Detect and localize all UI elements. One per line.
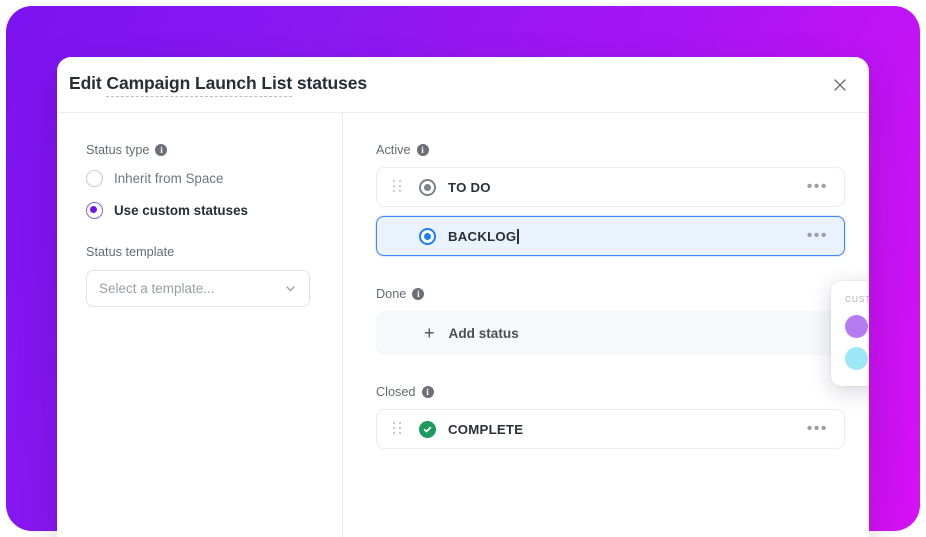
status-name-backlog-text: BACKLOG	[448, 228, 517, 244]
section-done-text: Done	[376, 287, 407, 301]
page-title: Edit Campaign Launch List statuses	[69, 73, 368, 97]
drag-handle-icon[interactable]	[393, 180, 402, 194]
status-row-backlog[interactable]: BACKLOG •••	[376, 216, 845, 256]
status-template-select[interactable]: Select a template...	[86, 270, 310, 307]
color-swatch-purple[interactable]	[845, 315, 868, 338]
radio-custom-label: Use custom statuses	[114, 203, 248, 218]
popover-header: CUSTOMIZE COLOR	[845, 293, 869, 304]
radio-button-unchecked-icon	[86, 170, 103, 187]
more-horizontal-icon[interactable]: •••	[805, 179, 830, 195]
text-cursor-caret	[517, 228, 519, 244]
status-template-value: Select a template...	[99, 281, 215, 296]
section-closed-text: Closed	[376, 385, 416, 399]
color-swatch-row-2	[845, 347, 869, 370]
status-name-complete: COMPLETE	[448, 421, 524, 437]
color-swatch-cyan[interactable]	[845, 347, 868, 370]
modal-body: Status type i Inherit from Space Use cus…	[57, 113, 869, 537]
section-label-done: Done i	[376, 287, 845, 301]
status-type-label: Status type i	[86, 143, 342, 157]
section-label-active: Active i	[376, 143, 845, 157]
status-name-todo: TO DO	[448, 179, 491, 195]
statuses-pane: Active i TO DO ••• BACKLOG ••• Done i + …	[343, 113, 869, 537]
status-color-dot[interactable]	[419, 227, 436, 245]
title-suffix: statuses	[292, 73, 368, 93]
radio-use-custom-statuses[interactable]: Use custom statuses	[86, 202, 342, 219]
section-label-closed: Closed i	[376, 385, 845, 399]
status-name-backlog[interactable]: BACKLOG	[448, 228, 519, 244]
more-horizontal-icon[interactable]: •••	[805, 228, 830, 244]
radio-button-checked-icon	[86, 202, 103, 219]
close-icon[interactable]	[829, 74, 851, 96]
radio-inherit-label: Inherit from Space	[114, 171, 224, 186]
plus-icon: +	[424, 323, 435, 343]
add-status-label: Add status	[448, 325, 519, 341]
radio-inherit-from-space[interactable]: Inherit from Space	[86, 170, 342, 187]
customize-color-popover: CUSTOMIZE COLOR	[831, 281, 869, 386]
status-row-todo[interactable]: TO DO •••	[376, 167, 845, 207]
title-list-name: Campaign Launch List	[106, 73, 292, 97]
popover-title: CUSTOMIZE COLOR	[845, 293, 869, 304]
status-color-dot[interactable]	[419, 178, 436, 196]
chevron-down-icon	[284, 282, 297, 295]
status-type-text: Status type	[86, 143, 150, 157]
status-check-icon[interactable]	[419, 420, 436, 438]
add-status-button[interactable]: + Add status	[376, 311, 845, 355]
left-settings-pane: Status type i Inherit from Space Use cus…	[57, 113, 343, 537]
info-icon[interactable]: i	[421, 386, 434, 398]
info-icon[interactable]: i	[155, 144, 168, 156]
color-swatch-row-1	[845, 315, 869, 338]
info-icon[interactable]: i	[412, 288, 425, 300]
status-row-complete[interactable]: COMPLETE •••	[376, 409, 845, 449]
section-active-text: Active	[376, 143, 411, 157]
edit-statuses-modal: Edit Campaign Launch List statuses Statu…	[57, 57, 869, 537]
modal-header: Edit Campaign Launch List statuses	[57, 57, 869, 113]
title-prefix: Edit	[69, 73, 107, 93]
info-icon[interactable]: i	[416, 144, 429, 156]
drag-handle-icon[interactable]	[393, 422, 402, 436]
status-template-label: Status template	[86, 245, 175, 259]
more-horizontal-icon[interactable]: •••	[805, 421, 830, 437]
